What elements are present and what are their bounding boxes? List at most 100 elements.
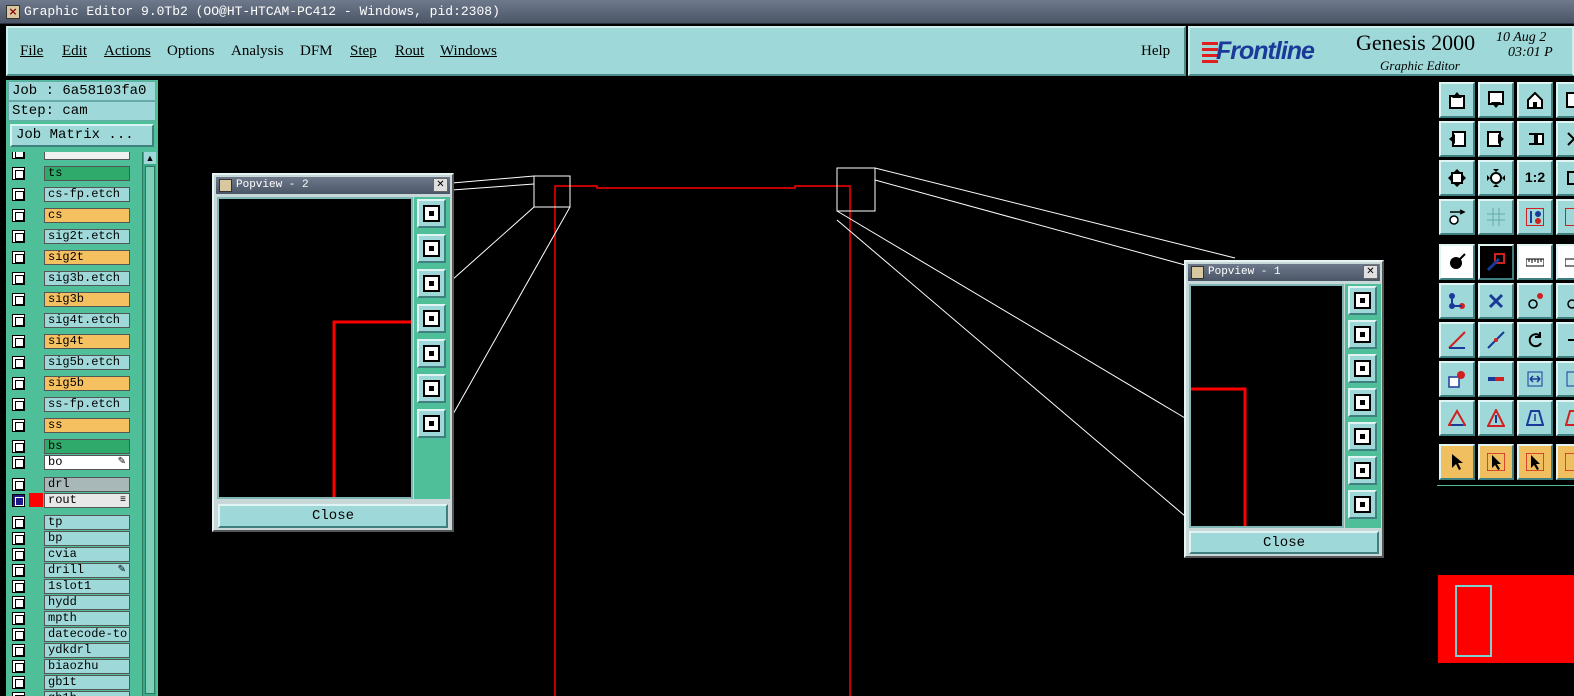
layer-list-scrollbar[interactable]: ▲	[142, 152, 156, 696]
pointer-area-tool[interactable]	[1517, 444, 1553, 480]
layer-row[interactable]: ss-fp.etch	[8, 396, 134, 412]
zoom-out-button[interactable]	[1348, 490, 1377, 519]
zoom-ratio-button[interactable]: 1:2	[1517, 160, 1553, 196]
triangle-center-tool[interactable]	[1478, 400, 1514, 436]
menu-rout[interactable]: Rout	[395, 43, 424, 60]
zoom-out-button[interactable]	[417, 409, 446, 438]
layer-row[interactable]: bo ✎	[8, 454, 134, 470]
layer-checkbox[interactable]	[12, 188, 25, 201]
layer-row[interactable]: sig2t.etch	[8, 228, 134, 244]
layer-row[interactable]: biaozhu	[8, 658, 134, 674]
pan-right-button[interactable]	[417, 339, 446, 368]
layer-row[interactable]: sig5b	[8, 375, 134, 391]
layer-row[interactable]: gb1b	[8, 690, 134, 696]
layer-row[interactable]	[8, 152, 134, 160]
layer-checkbox[interactable]	[12, 152, 25, 159]
layer-checkbox[interactable]	[12, 516, 25, 529]
view-up-button[interactable]	[1439, 82, 1475, 118]
trapezoid-extra-tool[interactable]	[1556, 400, 1574, 436]
layer-checkbox[interactable]	[12, 612, 25, 625]
layer-checkbox[interactable]	[12, 564, 25, 577]
zoom-fit-tool[interactable]	[1556, 160, 1574, 196]
ruler-tool[interactable]	[1517, 244, 1553, 280]
overview-view-rectangle[interactable]	[1455, 585, 1492, 657]
layer-row[interactable]: sig3b.etch	[8, 270, 134, 286]
layer-checkbox[interactable]	[12, 293, 25, 306]
layer-checkbox[interactable]	[12, 335, 25, 348]
triangle-tool[interactable]	[1439, 400, 1475, 436]
layer-row[interactable]: gb1t	[8, 674, 134, 690]
layer-checkbox[interactable]	[12, 532, 25, 545]
menu-actions[interactable]: Actions	[104, 43, 151, 60]
popview-1-view[interactable]	[1189, 284, 1344, 528]
menu-help[interactable]: Help	[1141, 43, 1170, 60]
zoom-in-tool[interactable]	[1439, 160, 1475, 196]
layer-checkbox[interactable]	[12, 580, 25, 593]
layer-checkbox[interactable]	[12, 644, 25, 657]
menu-step[interactable]: Step	[350, 43, 377, 60]
close-icon[interactable]: ✕	[1363, 265, 1378, 279]
pan-down-button[interactable]	[417, 269, 446, 298]
select-feature-tool[interactable]	[1439, 244, 1475, 280]
dimension-extra-tool[interactable]	[1556, 361, 1574, 397]
undo-view-button[interactable]	[1517, 121, 1553, 157]
zoom-home-button[interactable]	[417, 199, 446, 228]
layer-checkbox[interactable]	[12, 251, 25, 264]
layer-row[interactable]: rout ≡	[8, 492, 134, 508]
move-pad-tool[interactable]	[1439, 361, 1475, 397]
pad-tool[interactable]	[1517, 283, 1553, 319]
layer-checkbox[interactable]	[12, 377, 25, 390]
layer-checkbox[interactable]	[12, 692, 25, 696]
pan-right-button[interactable]	[1348, 422, 1377, 451]
dimension-tool[interactable]	[1517, 361, 1553, 397]
layer-row[interactable]: mpth	[8, 610, 134, 626]
layer-row[interactable]: ts	[8, 165, 134, 181]
rotate-tool[interactable]	[1517, 322, 1553, 358]
zoom-out-tool[interactable]	[1478, 160, 1514, 196]
menu-analysis[interactable]: Analysis	[231, 43, 284, 60]
layer-checkbox[interactable]	[12, 209, 25, 222]
layer-row[interactable]: hydd	[8, 594, 134, 610]
connect-tool[interactable]	[1439, 283, 1475, 319]
layer-row[interactable]: cs	[8, 207, 134, 223]
layer-checkbox[interactable]	[12, 676, 25, 689]
snap-tool[interactable]	[1517, 199, 1553, 235]
trapezoid-tool[interactable]	[1517, 400, 1553, 436]
layer-checkbox[interactable]	[12, 419, 25, 432]
ruler-extra-tool[interactable]	[1556, 244, 1574, 280]
layer-row[interactable]: sig4t	[8, 333, 134, 349]
job-matrix-button[interactable]: Job Matrix ...	[10, 124, 154, 147]
close-icon[interactable]: ✕	[433, 178, 448, 192]
layer-row[interactable]: 1slot1	[8, 578, 134, 594]
rotate-extra-tool[interactable]	[1556, 322, 1574, 358]
line-tool[interactable]	[1439, 322, 1475, 358]
pan-left-button[interactable]	[417, 304, 446, 333]
menu-edit[interactable]: Edit	[62, 43, 87, 60]
pad-extra-tool[interactable]	[1556, 283, 1574, 319]
pan-down-button[interactable]	[1348, 354, 1377, 383]
layer-row[interactable]: sig5b.etch	[8, 354, 134, 370]
pointer-select-tool[interactable]	[1478, 444, 1514, 480]
menu-dfm[interactable]: DFM	[300, 43, 333, 60]
layer-checkbox[interactable]	[12, 230, 25, 243]
diagonal-line-tool[interactable]	[1478, 322, 1514, 358]
pan-left-button[interactable]	[1348, 388, 1377, 417]
measure-tool[interactable]	[1439, 199, 1475, 235]
overview-map[interactable]	[1437, 485, 1574, 696]
pointer-extra-tool[interactable]	[1556, 444, 1574, 480]
layer-row[interactable]: sig2t	[8, 249, 134, 265]
view-extra-button[interactable]	[1556, 82, 1574, 118]
popview-2-view[interactable]	[217, 197, 413, 499]
snap-extra-tool[interactable]	[1556, 199, 1574, 235]
layer-row[interactable]: sig3b	[8, 291, 134, 307]
layer-checkbox[interactable]	[12, 660, 25, 673]
popview-2-close-button[interactable]: Close	[218, 504, 448, 528]
layer-checkbox[interactable]	[12, 596, 25, 609]
layer-checkbox[interactable]	[12, 167, 25, 180]
layer-checkbox[interactable]	[12, 628, 25, 641]
layer-row[interactable]: tp	[8, 514, 134, 530]
layer-row[interactable]: bp	[8, 530, 134, 546]
scroll-up-icon[interactable]: ▲	[144, 152, 156, 164]
popview-1-close-button[interactable]: Close	[1189, 531, 1379, 554]
layer-row[interactable]: cvia	[8, 546, 134, 562]
